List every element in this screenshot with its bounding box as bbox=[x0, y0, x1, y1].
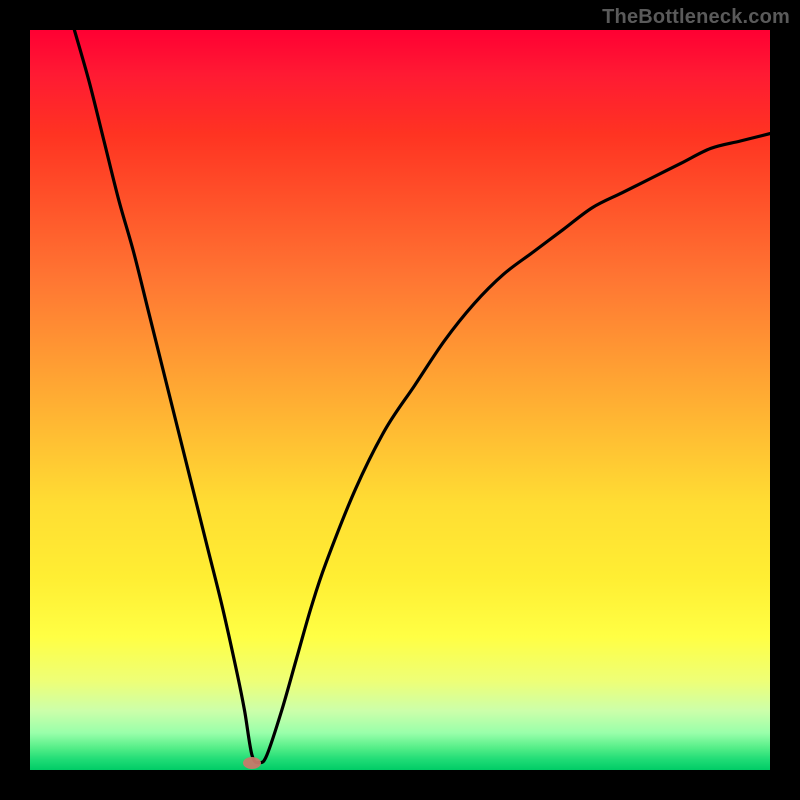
optimum-marker bbox=[243, 757, 261, 769]
chart-frame: TheBottleneck.com bbox=[0, 0, 800, 800]
bottleneck-curve bbox=[30, 30, 770, 770]
plot-area bbox=[30, 30, 770, 770]
attribution-label: TheBottleneck.com bbox=[602, 6, 790, 29]
